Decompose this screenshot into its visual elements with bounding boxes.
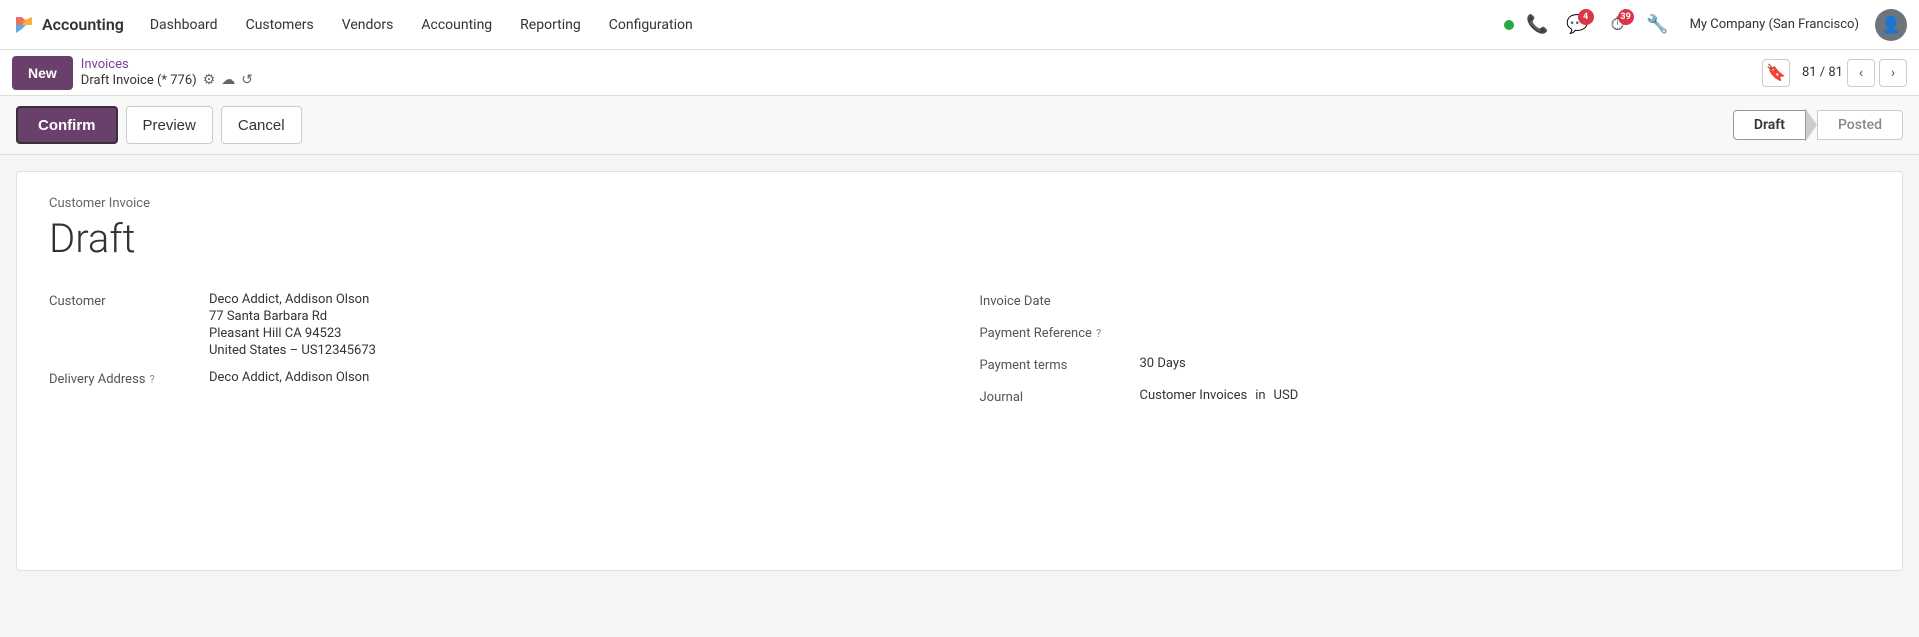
customer-name: Deco Addict, Addison Olson [209, 292, 940, 307]
phone-icon: 📞 [1526, 14, 1548, 35]
bookmark-button[interactable]: 🔖 [1762, 59, 1790, 87]
nav-accounting[interactable]: Accounting [409, 11, 504, 39]
status-arrow [1805, 108, 1817, 142]
breadcrumb-current: Draft Invoice (* 776) ⚙ ☁ ↺ [81, 72, 253, 88]
status-draft[interactable]: Draft [1733, 110, 1806, 140]
online-status-dot [1504, 20, 1514, 30]
payment-terms-row: Payment terms 30 Days [980, 350, 1871, 382]
journal-value[interactable]: Customer Invoices [1140, 388, 1248, 403]
new-button[interactable]: New [12, 56, 73, 90]
payment-terms-label: Payment terms [980, 356, 1140, 373]
status-posted[interactable]: Posted [1817, 110, 1903, 140]
chevron-left-icon: ‹ [1859, 65, 1863, 81]
delivery-address-value[interactable]: Deco Addict, Addison Olson [209, 370, 940, 385]
invoice-type-label: Customer Invoice [49, 196, 1870, 211]
form-right: Invoice Date Payment Reference ? Payment… [980, 286, 1871, 414]
customer-label: Customer [49, 292, 209, 309]
nav-reporting[interactable]: Reporting [508, 11, 593, 39]
journal-label: Journal [980, 388, 1140, 405]
journal-in: in [1255, 388, 1265, 403]
gear-icon[interactable]: ⚙ [203, 72, 216, 88]
phone-icon-btn[interactable]: 📞 [1522, 9, 1554, 41]
confirm-bar: Confirm Preview Cancel Draft Posted [0, 96, 1919, 155]
messages-icon-btn[interactable]: 💬 4 [1562, 9, 1594, 41]
breadcrumb-link[interactable]: Invoices [81, 57, 253, 72]
nav-dashboard[interactable]: Dashboard [138, 11, 230, 39]
form-left: Customer Deco Addict, Addison Olson 77 S… [49, 286, 940, 414]
customer-value[interactable]: Deco Addict, Addison Olson 77 Santa Barb… [209, 292, 940, 358]
delivery-address-row: Delivery Address ? Deco Addict, Addison … [49, 364, 940, 396]
payment-reference-help-icon[interactable]: ? [1096, 327, 1101, 340]
invoice-date-row: Invoice Date [980, 286, 1871, 318]
clock-icon-btn[interactable]: ⏱ 39 [1602, 9, 1634, 41]
customer-address2: Pleasant Hill CA 94523 [209, 326, 940, 341]
journal-value-group: Customer Invoices in USD [1140, 388, 1871, 403]
app-brand: Accounting [42, 15, 124, 34]
journal-row: Journal Customer Invoices in USD [980, 382, 1871, 414]
confirm-button[interactable]: Confirm [16, 106, 118, 144]
chevron-right-icon: › [1891, 65, 1895, 81]
invoice-date-label: Invoice Date [980, 292, 1140, 309]
breadcrumb-current-text: Draft Invoice (* 776) [81, 73, 197, 88]
cancel-button[interactable]: Cancel [221, 106, 302, 144]
topnav: Accounting Dashboard Customers Vendors A… [0, 0, 1919, 50]
company-label: My Company (San Francisco) [1690, 17, 1859, 32]
invoice-status-heading: Draft [49, 215, 1870, 262]
action-bar: New Invoices Draft Invoice (* 776) ⚙ ☁ ↺… [0, 50, 1919, 96]
payment-reference-row: Payment Reference ? [980, 318, 1871, 350]
avatar-icon: 👤 [1881, 15, 1901, 34]
preview-button[interactable]: Preview [126, 106, 213, 144]
logo-icon [12, 13, 36, 37]
customer-address1: 77 Santa Barbara Rd [209, 309, 940, 324]
invoice-form: Customer Invoice Draft Customer Deco Add… [16, 171, 1903, 571]
user-avatar[interactable]: 👤 [1875, 9, 1907, 41]
nav-customers[interactable]: Customers [234, 11, 326, 39]
journal-currency[interactable]: USD [1274, 388, 1299, 403]
topnav-icons: 📞 💬 4 ⏱ 39 🔧 My Company (San Francisco) … [1504, 9, 1907, 41]
clock-badge: 39 [1618, 9, 1634, 25]
form-grid: Customer Deco Addict, Addison Olson 77 S… [49, 286, 1870, 414]
delivery-address-help-icon[interactable]: ? [150, 373, 155, 386]
app-logo[interactable]: Accounting [12, 13, 124, 37]
wrench-icon: 🔧 [1646, 14, 1668, 35]
status-pipeline: Draft Posted [1733, 108, 1903, 142]
breadcrumb-section: Invoices Draft Invoice (* 776) ⚙ ☁ ↺ [81, 57, 253, 88]
next-record-button[interactable]: › [1879, 59, 1907, 87]
refresh-icon[interactable]: ↺ [241, 72, 253, 88]
customer-row: Customer Deco Addict, Addison Olson 77 S… [49, 286, 940, 364]
delivery-address-label: Delivery Address ? [49, 370, 209, 387]
payment-reference-label: Payment Reference ? [980, 324, 1140, 341]
payment-terms-value[interactable]: 30 Days [1140, 356, 1871, 371]
messages-badge: 4 [1578, 9, 1594, 25]
prev-record-button[interactable]: ‹ [1847, 59, 1875, 87]
nav-configuration[interactable]: Configuration [597, 11, 705, 39]
settings-icon-btn[interactable]: 🔧 [1642, 9, 1674, 41]
nav-vendors[interactable]: Vendors [330, 11, 406, 39]
bookmark-icon: 🔖 [1766, 63, 1786, 82]
record-nav: 81 / 81 ‹ › [1802, 59, 1907, 87]
customer-address3: United States – US12345673 [209, 343, 940, 358]
cloud-icon[interactable]: ☁ [221, 72, 235, 88]
record-count: 81 / 81 [1802, 65, 1843, 80]
